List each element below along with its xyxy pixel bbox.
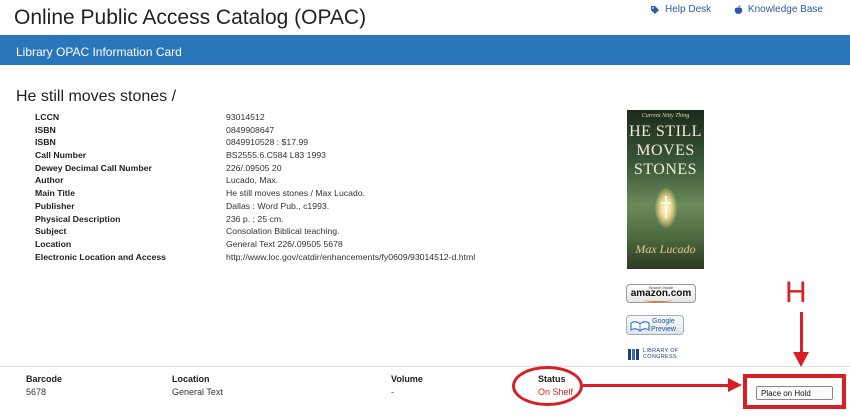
- library-of-congress-label: LIBRARY OF CONGRESS: [643, 348, 679, 360]
- record-field-row: LCCN 93014512: [35, 111, 595, 124]
- record-title: He still moves stones /: [16, 88, 177, 105]
- google-preview-link[interactable]: Google Preview: [626, 315, 684, 335]
- record-field-row: Author Lucado, Max.: [35, 174, 595, 187]
- field-value: Dallas : Word Pub., c1993.: [226, 200, 330, 211]
- record-field-row: ISBN 0849908647: [35, 124, 595, 137]
- record-field-row: Publisher Dallas : Word Pub., c1993.: [35, 200, 595, 213]
- field-label: Location: [35, 238, 72, 249]
- google-preview-label: Google Preview: [651, 318, 676, 333]
- record-field-row: Main Title He still moves stones / Max Lu…: [35, 187, 595, 200]
- divider: [0, 366, 850, 367]
- field-value: 236 p. ; 25 cm.: [226, 213, 284, 224]
- help-desk-link[interactable]: Help Desk: [650, 4, 711, 15]
- field-label: Publisher: [35, 200, 75, 211]
- volume-header: Volume: [391, 374, 423, 384]
- status-highlight-ellipse: [512, 366, 583, 406]
- field-value: Lucado, Max.: [226, 175, 279, 186]
- field-value: BS2555.6.C584 L83 1993: [226, 150, 326, 161]
- book-cover-image: Current Nitty Thing HE STILL MOVES STONE…: [627, 110, 704, 269]
- field-label: Call Number: [35, 150, 87, 161]
- cover-title-line: MOVES: [636, 142, 695, 159]
- holdings-barcode-column: Barcode 5678: [26, 374, 62, 397]
- field-label: Main Title: [35, 188, 75, 199]
- record-field-row: Location General Text 226/.09505 5678: [35, 238, 595, 251]
- record-field-row: Physical Description 236 p. ; 25 cm.: [35, 213, 595, 226]
- location-value: General Text: [172, 387, 223, 397]
- amazon-smile-icon: [643, 298, 673, 302]
- field-label: LCCN: [35, 112, 60, 122]
- annotation-arrow-shaft: [800, 312, 803, 354]
- field-value: Consolation Biblical teaching.: [226, 226, 340, 237]
- record-field-row: Dewey Decimal Call Number 226/.09505 20: [35, 162, 595, 175]
- field-value: 0849908647: [226, 124, 275, 135]
- field-value: 0849910528 : $17.99: [226, 137, 309, 148]
- knowledge-base-label: Knowledge Base: [747, 4, 823, 15]
- knowledge-base-link[interactable]: Knowledge Base: [734, 4, 823, 15]
- field-label: Physical Description: [35, 213, 121, 224]
- holdings-location-column: Location General Text: [172, 374, 223, 397]
- field-value: He still moves stones / Max Lucado.: [226, 188, 366, 199]
- field-label: ISBN: [35, 124, 56, 135]
- info-card-banner: Library OPAC Information Card: [0, 35, 850, 65]
- header-links: Help Desk Knowledge Base: [650, 4, 823, 18]
- banner-title: Library OPAC Information Card: [16, 45, 182, 59]
- field-label: ISBN: [35, 137, 56, 148]
- book-icon: [630, 321, 650, 332]
- annotation-arrowhead-icon: [793, 352, 809, 367]
- cover-cross-bar: [661, 202, 671, 204]
- cover-cross: [665, 196, 667, 218]
- field-value: http://www.loc.gov/catdir/enhancements/f…: [226, 251, 476, 262]
- field-value: 226/.09505 20: [226, 162, 282, 173]
- help-desk-label: Help Desk: [665, 4, 712, 15]
- field-label: Dewey Decimal Call Number: [35, 162, 152, 173]
- field-label: Author: [35, 175, 64, 186]
- field-label: Electronic Location and Access: [35, 251, 166, 262]
- apple-icon: [734, 4, 743, 14]
- place-on-hold-button[interactable]: Place on Hold: [756, 386, 833, 400]
- amazon-search-inside: Search Inside: [648, 285, 674, 290]
- cover-author: Max Lucado: [635, 242, 696, 256]
- cover-title-line: HE STILL: [629, 123, 702, 140]
- cover-title: HE STILL MOVES STONES: [627, 122, 704, 179]
- field-value: 93014512: [226, 112, 265, 122]
- library-of-congress-link[interactable]: LIBRARY OF CONGRESS: [627, 348, 687, 362]
- field-value: General Text 226/.09505 5678: [226, 238, 343, 249]
- record-fields: LCCN 93014512 ISBN 0849908647 ISBN 0849910528…: [35, 111, 595, 263]
- cover-tagline: Current Nitty Thing: [641, 113, 690, 119]
- record-field-row: Call Number BS2555.6.C584 L83 1993: [35, 149, 595, 162]
- page-title: Online Public Access Catalog (OPAC): [14, 6, 367, 29]
- record-field-row: ISBN 0849910528 : $17.99: [35, 136, 595, 149]
- cover-title-line: STONES: [633, 161, 698, 178]
- status-arrowhead-icon: [728, 378, 742, 392]
- holdings-volume-column: Volume -: [391, 374, 423, 397]
- record-field-row: Electronic Location and Access http://www…: [35, 251, 595, 264]
- location-header: Location: [172, 374, 210, 384]
- amazon-link[interactable]: Search Inside amazon.com: [626, 284, 696, 303]
- record-field-row: Subject Consolation Biblical teaching.: [35, 225, 595, 238]
- barcode-value: 5678: [26, 387, 47, 397]
- volume-value: -: [391, 387, 394, 397]
- library-of-congress-icon: [628, 349, 639, 360]
- status-arrow-shaft: [583, 384, 733, 387]
- annotation-label: H: [785, 276, 807, 309]
- barcode-header: Barcode: [26, 374, 63, 384]
- tag-icon: [651, 5, 659, 14]
- field-label: Subject: [35, 226, 67, 237]
